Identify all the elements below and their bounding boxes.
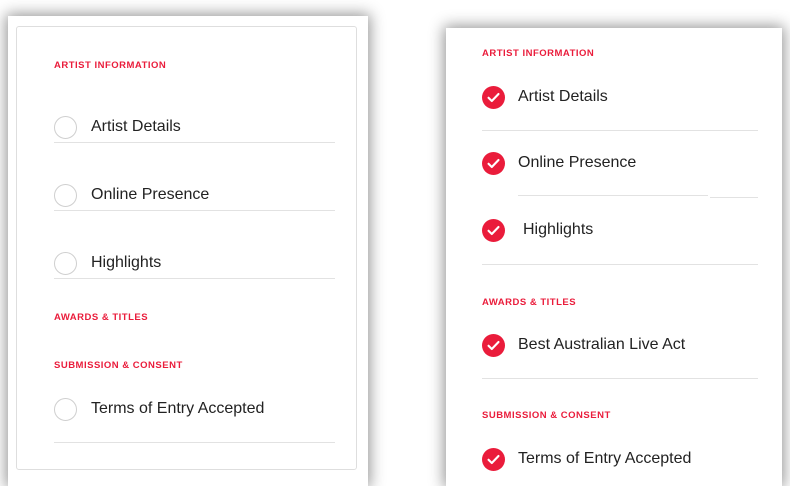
checkmark-circle-icon bbox=[482, 447, 505, 471]
step-label: Artist Details bbox=[91, 118, 181, 135]
section-title-awards-titles: AWARDS & TITLES bbox=[54, 312, 149, 323]
empty-circle-icon bbox=[54, 251, 77, 275]
divider bbox=[54, 278, 335, 279]
step-label: Best Australian Live Act bbox=[518, 336, 686, 353]
right-progress-panel: ARTIST INFORMATION Artist Details Online… bbox=[446, 28, 782, 486]
divider bbox=[518, 195, 708, 196]
checkmark-circle-icon bbox=[482, 333, 505, 357]
section-title-awards-titles: AWARDS & TITLES bbox=[482, 297, 577, 308]
step-terms-of-entry[interactable]: Terms of Entry Accepted bbox=[482, 439, 762, 479]
divider bbox=[54, 442, 335, 443]
step-online-presence[interactable]: Online Presence bbox=[482, 143, 762, 183]
empty-circle-icon bbox=[54, 183, 77, 207]
step-label: Artist Details bbox=[518, 88, 608, 105]
step-label: Terms of Entry Accepted bbox=[518, 450, 692, 467]
empty-circle-icon bbox=[54, 397, 77, 421]
step-terms-of-entry[interactable]: Terms of Entry Accepted bbox=[54, 389, 334, 429]
step-label: Highlights bbox=[91, 254, 162, 271]
step-label: Online Presence bbox=[91, 186, 210, 203]
step-artist-details[interactable]: Artist Details bbox=[482, 77, 762, 117]
divider bbox=[710, 197, 758, 198]
section-title-submission-consent: SUBMISSION & CONSENT bbox=[482, 410, 611, 421]
checkmark-circle-icon bbox=[482, 218, 505, 242]
divider bbox=[482, 264, 758, 265]
step-label: Terms of Entry Accepted bbox=[91, 400, 265, 417]
divider bbox=[54, 142, 335, 143]
step-online-presence[interactable]: Online Presence bbox=[54, 175, 334, 215]
step-label: Highlights bbox=[523, 221, 594, 238]
checkmark-circle-icon bbox=[482, 151, 505, 175]
divider bbox=[482, 130, 758, 131]
section-title-artist-information: ARTIST INFORMATION bbox=[54, 60, 167, 71]
divider bbox=[54, 210, 335, 211]
section-title-artist-information: ARTIST INFORMATION bbox=[482, 48, 595, 59]
divider bbox=[482, 378, 758, 379]
step-highlights[interactable]: Highlights bbox=[54, 243, 334, 283]
left-progress-panel: ARTIST INFORMATION Artist Details Online… bbox=[8, 16, 368, 486]
step-artist-details[interactable]: Artist Details bbox=[54, 107, 334, 147]
step-highlights[interactable]: Highlights bbox=[482, 210, 762, 250]
empty-circle-icon bbox=[54, 115, 77, 139]
checkmark-circle-icon bbox=[482, 85, 505, 109]
left-progress-card: ARTIST INFORMATION Artist Details Online… bbox=[16, 26, 357, 470]
step-label: Online Presence bbox=[518, 154, 637, 171]
step-best-australian-live-act[interactable]: Best Australian Live Act bbox=[482, 325, 762, 365]
section-title-submission-consent: SUBMISSION & CONSENT bbox=[54, 360, 183, 371]
